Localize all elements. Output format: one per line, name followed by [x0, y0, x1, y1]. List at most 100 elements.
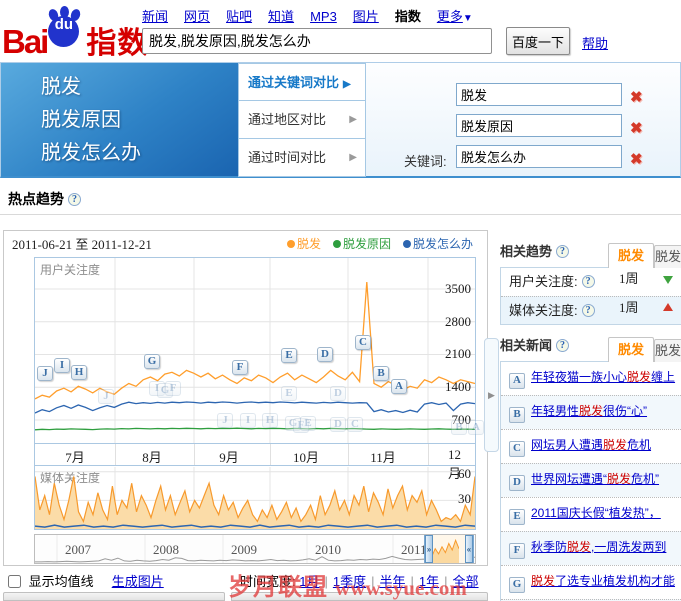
- related-trends-help-icon[interactable]: ?: [556, 245, 570, 258]
- help-icon[interactable]: ?: [68, 193, 81, 206]
- nav-link-图片[interactable]: 图片: [353, 9, 379, 24]
- date-range: 2011-06-21 至 2011-12-21: [12, 237, 152, 252]
- legend-item-脱发怎么办[interactable]: 脱发怎么办: [402, 235, 473, 252]
- keyword-input[interactable]: [456, 145, 622, 168]
- news-headline-link[interactable]: 年轻夜猫一族小心脱发缠上: [531, 370, 675, 384]
- keyword-input[interactable]: [456, 114, 622, 137]
- trend-row-help-icon[interactable]: ?: [581, 304, 595, 317]
- compare-tab-通过时间对比[interactable]: 通过时间对比 ▶: [238, 139, 366, 177]
- news-headline-link[interactable]: 年轻男性脱发很伤“心”: [531, 404, 647, 418]
- related-trends-tab-脱发[interactable]: 脱发: [608, 243, 654, 268]
- related-news-help-icon[interactable]: ?: [556, 339, 570, 352]
- news-headline-link[interactable]: 脱发了选专业植发机构才能: [531, 574, 675, 588]
- news-marker-E[interactable]: E: [281, 348, 297, 363]
- news-headline-link[interactable]: 2011国庆长假“植发热”，: [531, 506, 661, 520]
- search-button[interactable]: 百度一下: [506, 27, 570, 55]
- news-marker-I-faded: I: [240, 413, 256, 428]
- compare-tab-label: 通过地区对比: [248, 112, 327, 127]
- remove-keyword-icon[interactable]: ✖: [630, 150, 643, 168]
- news-marker-B[interactable]: B: [373, 366, 389, 381]
- legend-dot-icon: [286, 240, 295, 248]
- nav-link-贴吧[interactable]: 贴吧: [226, 9, 252, 24]
- separator: |: [444, 574, 448, 589]
- news-marker-C[interactable]: C: [355, 335, 371, 350]
- next-section-stub-left: [3, 592, 225, 601]
- news-marker-J-faded: J: [217, 413, 233, 428]
- baidu-index-logo[interactable]: Bai du 指数: [2, 6, 147, 60]
- avg-line-toggle[interactable]: 显示均值线: [8, 574, 97, 589]
- news-headline-link[interactable]: 秋季防脱发,一周洗发两到: [531, 540, 666, 554]
- scrubber-selection[interactable]: » «: [424, 535, 474, 563]
- news-marker-D[interactable]: D: [317, 347, 333, 362]
- trend-row: 媒体关注度:? 1周: [501, 296, 681, 324]
- panel-expander-button[interactable]: ▶: [484, 338, 499, 452]
- trend-chart-panel: 2011-06-21 至 2011-12-21 脱发 脱发原因 脱发怎么办 用户关注…: [3, 230, 488, 566]
- legend-item-脱发原因[interactable]: 脱发原因: [332, 235, 391, 252]
- remove-keyword-icon[interactable]: ✖: [630, 119, 643, 137]
- news-marker-A[interactable]: A: [391, 379, 407, 394]
- news-headline-link[interactable]: 网坛男人遭遇脱发危机: [531, 438, 651, 452]
- related-news-tab-脱发原因[interactable]: 脱发原因: [654, 339, 681, 362]
- time-option-全部[interactable]: 全部: [453, 574, 479, 589]
- news-list-item: F 秋季防脱发,一周洗发两到: [501, 531, 681, 565]
- news-badge-G[interactable]: G: [509, 577, 525, 593]
- news-marker-J[interactable]: J: [37, 366, 53, 381]
- trend-down-icon: [663, 276, 673, 284]
- year-label-2011: 2011: [401, 542, 427, 557]
- separator: |: [324, 574, 328, 589]
- headline-text: 缠上: [651, 370, 676, 384]
- headline-highlight: 脱发: [567, 540, 592, 554]
- time-option-1年[interactable]: 1年: [419, 574, 439, 589]
- trend-up-icon: [663, 303, 673, 311]
- trend-row-help-icon[interactable]: ?: [581, 275, 595, 288]
- timeline-scrubber[interactable]: 2007 2008 2009 2010 2011» «: [34, 534, 476, 564]
- news-marker-G[interactable]: G: [144, 354, 160, 369]
- separator: |: [410, 574, 414, 589]
- news-marker-F[interactable]: F: [232, 360, 248, 375]
- nav-link-知道[interactable]: 知道: [268, 9, 294, 24]
- trend-row: 用户关注度:? 1周: [501, 268, 681, 296]
- compare-tab-通过地区对比[interactable]: 通过地区对比 ▶: [238, 101, 366, 139]
- user-attention-plot[interactable]: 用户关注度 3500 2800 2100 1400 700 J I G F E D J I H G F E D C B…: [34, 257, 484, 444]
- news-marker-B-faded: B: [451, 420, 467, 435]
- month-label-9月: 9月: [219, 450, 239, 465]
- news-badge-D[interactable]: D: [509, 475, 525, 491]
- time-option-1季度[interactable]: 1季度: [333, 574, 366, 589]
- media-chart-svg: [35, 467, 475, 529]
- time-option-1月[interactable]: 1月: [299, 574, 319, 589]
- nav-link-指数[interactable]: 指数: [395, 9, 421, 24]
- year-label-2010: 2010: [315, 542, 341, 557]
- nav-link-新闻[interactable]: 新闻: [142, 9, 168, 24]
- time-option-半年[interactable]: 半年: [380, 574, 406, 589]
- media-attention-plot[interactable]: 媒体关注度 60 30: [34, 466, 476, 530]
- remove-keyword-icon[interactable]: ✖: [630, 88, 643, 106]
- news-badge-E[interactable]: E: [509, 509, 525, 525]
- keyword-input[interactable]: [456, 83, 622, 106]
- nav-link-更多[interactable]: 更多▼: [437, 9, 473, 24]
- news-badge-C[interactable]: C: [509, 441, 525, 457]
- news-headline-link[interactable]: 世界网坛遭遇“脱发危机”: [531, 472, 659, 486]
- related-trends-tab-脱发原因[interactable]: 脱发原因: [654, 245, 681, 268]
- make-image-link[interactable]: 生成图片: [112, 574, 164, 589]
- related-news-tab-脱发[interactable]: 脱发: [608, 337, 654, 362]
- avg-line-checkbox[interactable]: [8, 575, 21, 588]
- nav-link-网页[interactable]: 网页: [184, 9, 210, 24]
- news-list-item: C 网坛男人遭遇脱发危机: [501, 429, 681, 463]
- nav-link-MP3[interactable]: MP3: [310, 9, 337, 24]
- next-section-stub-right: [231, 592, 488, 601]
- selection-handle-left[interactable]: »: [425, 535, 433, 563]
- help-link[interactable]: 帮助: [582, 33, 608, 52]
- legend-item-脱发[interactable]: 脱发: [286, 235, 321, 252]
- news-list-item: D 世界网坛遭遇“脱发危机”: [501, 463, 681, 497]
- news-marker-I[interactable]: I: [54, 358, 70, 373]
- news-badge-A[interactable]: A: [509, 373, 525, 389]
- legend-label: 脱发原因: [342, 237, 391, 251]
- related-news-title: 相关新闻: [500, 338, 553, 353]
- selection-handle-right[interactable]: «: [465, 535, 473, 563]
- compare-tab-通过关键词对比[interactable]: 通过关键词对比 ▶: [238, 63, 366, 101]
- news-marker-H[interactable]: H: [71, 365, 87, 380]
- search-input[interactable]: [142, 28, 492, 54]
- headline-text: 网坛男人遭遇: [531, 438, 604, 452]
- news-badge-B[interactable]: B: [509, 407, 525, 423]
- news-badge-F[interactable]: F: [509, 543, 525, 559]
